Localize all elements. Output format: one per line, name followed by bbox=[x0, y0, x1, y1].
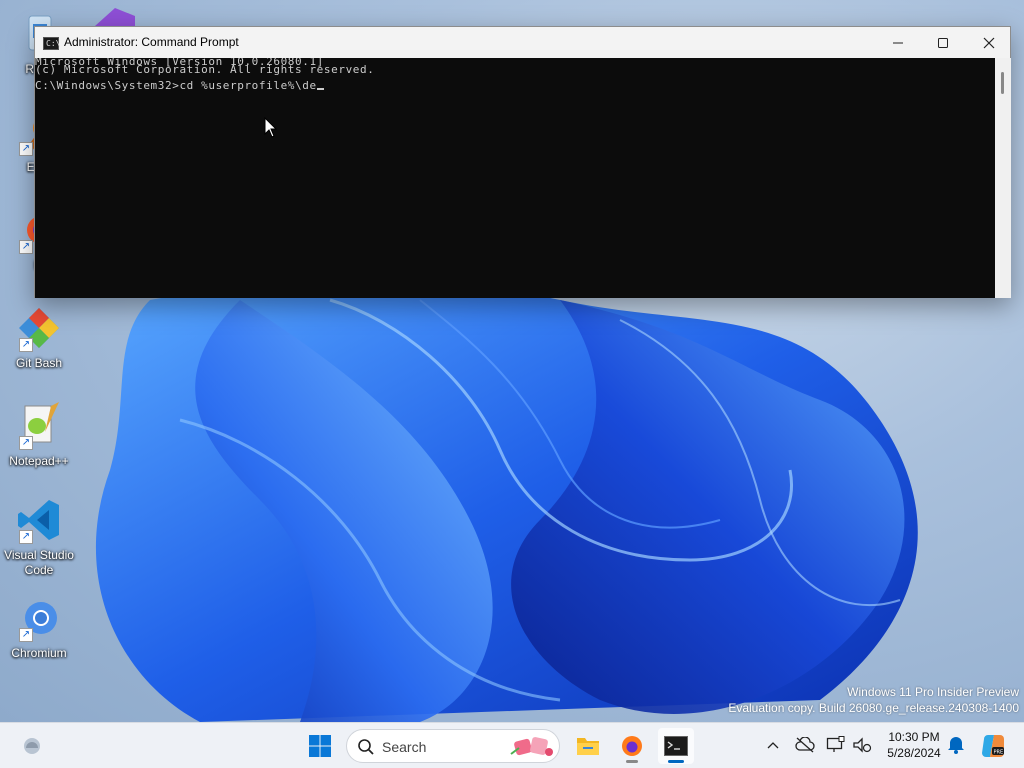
running-indicator bbox=[626, 760, 638, 763]
search-highlight-icon bbox=[510, 737, 553, 756]
desktop-icon-label: Chromium bbox=[11, 646, 67, 660]
desktop-icon-label: Git Bash bbox=[15, 356, 63, 370]
taskbar-clock[interactable]: 10:30 PM 5/28/2024 bbox=[880, 729, 948, 761]
mouse-pointer-icon bbox=[264, 116, 278, 139]
running-indicator bbox=[668, 760, 684, 763]
notification-bell-icon[interactable] bbox=[946, 735, 966, 755]
window-titlebar[interactable]: C:\ Administrator: Command Prompt bbox=[35, 27, 1010, 58]
folder-icon bbox=[577, 738, 599, 755]
desktop-icon-label: Notepad++ bbox=[9, 454, 69, 468]
chevron-up-icon bbox=[767, 742, 779, 749]
shortcut-arrow-icon: ↗ bbox=[19, 530, 33, 544]
windows-logo-icon bbox=[309, 735, 331, 757]
evaluation-watermark: Windows 11 Pro Insider Preview Evaluatio… bbox=[728, 684, 1019, 716]
window-title: Administrator: Command Prompt bbox=[64, 35, 239, 49]
terminal-taskbar-button[interactable] bbox=[658, 728, 694, 764]
shortcut-arrow-icon: ↗ bbox=[19, 142, 33, 156]
desktop-icon-vscode[interactable]: ↗ Visual Studio Code bbox=[2, 496, 76, 578]
desktop-icon-notepad-plus-plus[interactable]: ↗ Notepad++ bbox=[2, 402, 76, 469]
display-button[interactable] bbox=[826, 735, 846, 755]
cloud-offline-icon bbox=[795, 737, 815, 753]
console-command-input[interactable]: cd %userprofile%\de bbox=[179, 79, 316, 92]
close-icon bbox=[983, 37, 995, 48]
taskbar: Search 10:30 PM 5/28/2024 PRE bbox=[0, 722, 1024, 768]
command-prompt-icon: C:\ bbox=[43, 37, 61, 50]
network-status-button[interactable] bbox=[795, 735, 815, 755]
terminal-icon bbox=[664, 736, 688, 756]
shortcut-arrow-icon: ↗ bbox=[19, 338, 33, 352]
minimize-icon bbox=[893, 42, 903, 43]
text-cursor bbox=[316, 88, 324, 90]
shortcut-arrow-icon: ↗ bbox=[19, 240, 33, 254]
watermark-line-1: Windows 11 Pro Insider Preview bbox=[847, 685, 1019, 699]
weather-icon bbox=[24, 738, 40, 754]
shortcut-arrow-icon: ↗ bbox=[19, 436, 33, 450]
console-prompt: C:\Windows\System32> bbox=[35, 79, 180, 92]
close-button[interactable] bbox=[966, 27, 1012, 58]
taskbar-search-box[interactable]: Search bbox=[346, 729, 560, 763]
file-explorer-button[interactable] bbox=[570, 728, 606, 764]
chromium-icon: ↗ bbox=[15, 594, 63, 642]
git-bash-icon: ↗ bbox=[15, 304, 63, 352]
volume-network-button[interactable] bbox=[852, 735, 872, 755]
console-output[interactable]: Microsoft Windows [Version 10.0.26080.1]… bbox=[35, 58, 995, 298]
desktop-icon-label: Visual Studio Code bbox=[4, 548, 74, 577]
clock-time: 10:30 PM bbox=[888, 730, 940, 744]
desktop-icon-git-bash[interactable]: ↗ Git Bash bbox=[2, 304, 76, 371]
title-icon-glyph: C:\ bbox=[46, 39, 61, 48]
speaker-icon bbox=[853, 737, 872, 753]
watermark-line-2: Evaluation copy. Build 26080.ge_release.… bbox=[728, 701, 1019, 715]
vscode-icon: ↗ bbox=[15, 496, 63, 544]
search-icon bbox=[358, 739, 374, 755]
notepad-plus-plus-icon: ↗ bbox=[15, 402, 63, 450]
maximize-button[interactable] bbox=[920, 27, 966, 58]
firefox-icon bbox=[622, 736, 642, 756]
shortcut-arrow-icon: ↗ bbox=[19, 628, 33, 642]
command-prompt-window[interactable]: C:\ Administrator: Command Prompt Micros… bbox=[34, 26, 1011, 298]
widgets-button[interactable] bbox=[14, 728, 50, 764]
visual-studio-icon bbox=[90, 6, 140, 26]
monitor-icon bbox=[826, 736, 845, 752]
show-hidden-icons-button[interactable] bbox=[763, 735, 783, 755]
desktop-icon-chromium[interactable]: ↗ Chromium bbox=[2, 594, 76, 661]
firefox-taskbar-button[interactable] bbox=[614, 728, 650, 764]
console-line: (c) Microsoft Corporation. All rights re… bbox=[35, 63, 375, 76]
scrollbar-thumb[interactable] bbox=[1001, 72, 1004, 94]
svg-text:PRE: PRE bbox=[994, 750, 1004, 756]
clock-date: 5/28/2024 bbox=[887, 746, 941, 760]
vertical-scrollbar[interactable] bbox=[995, 58, 1011, 298]
minimize-button[interactable] bbox=[875, 27, 921, 58]
maximize-icon bbox=[938, 37, 948, 48]
copilot-icon[interactable]: PRE bbox=[980, 733, 1006, 759]
search-placeholder: Search bbox=[382, 739, 427, 755]
console-prompt-line[interactable]: C:\Windows\System32>cd %userprofile%\de bbox=[35, 80, 324, 92]
start-button[interactable] bbox=[302, 728, 338, 764]
